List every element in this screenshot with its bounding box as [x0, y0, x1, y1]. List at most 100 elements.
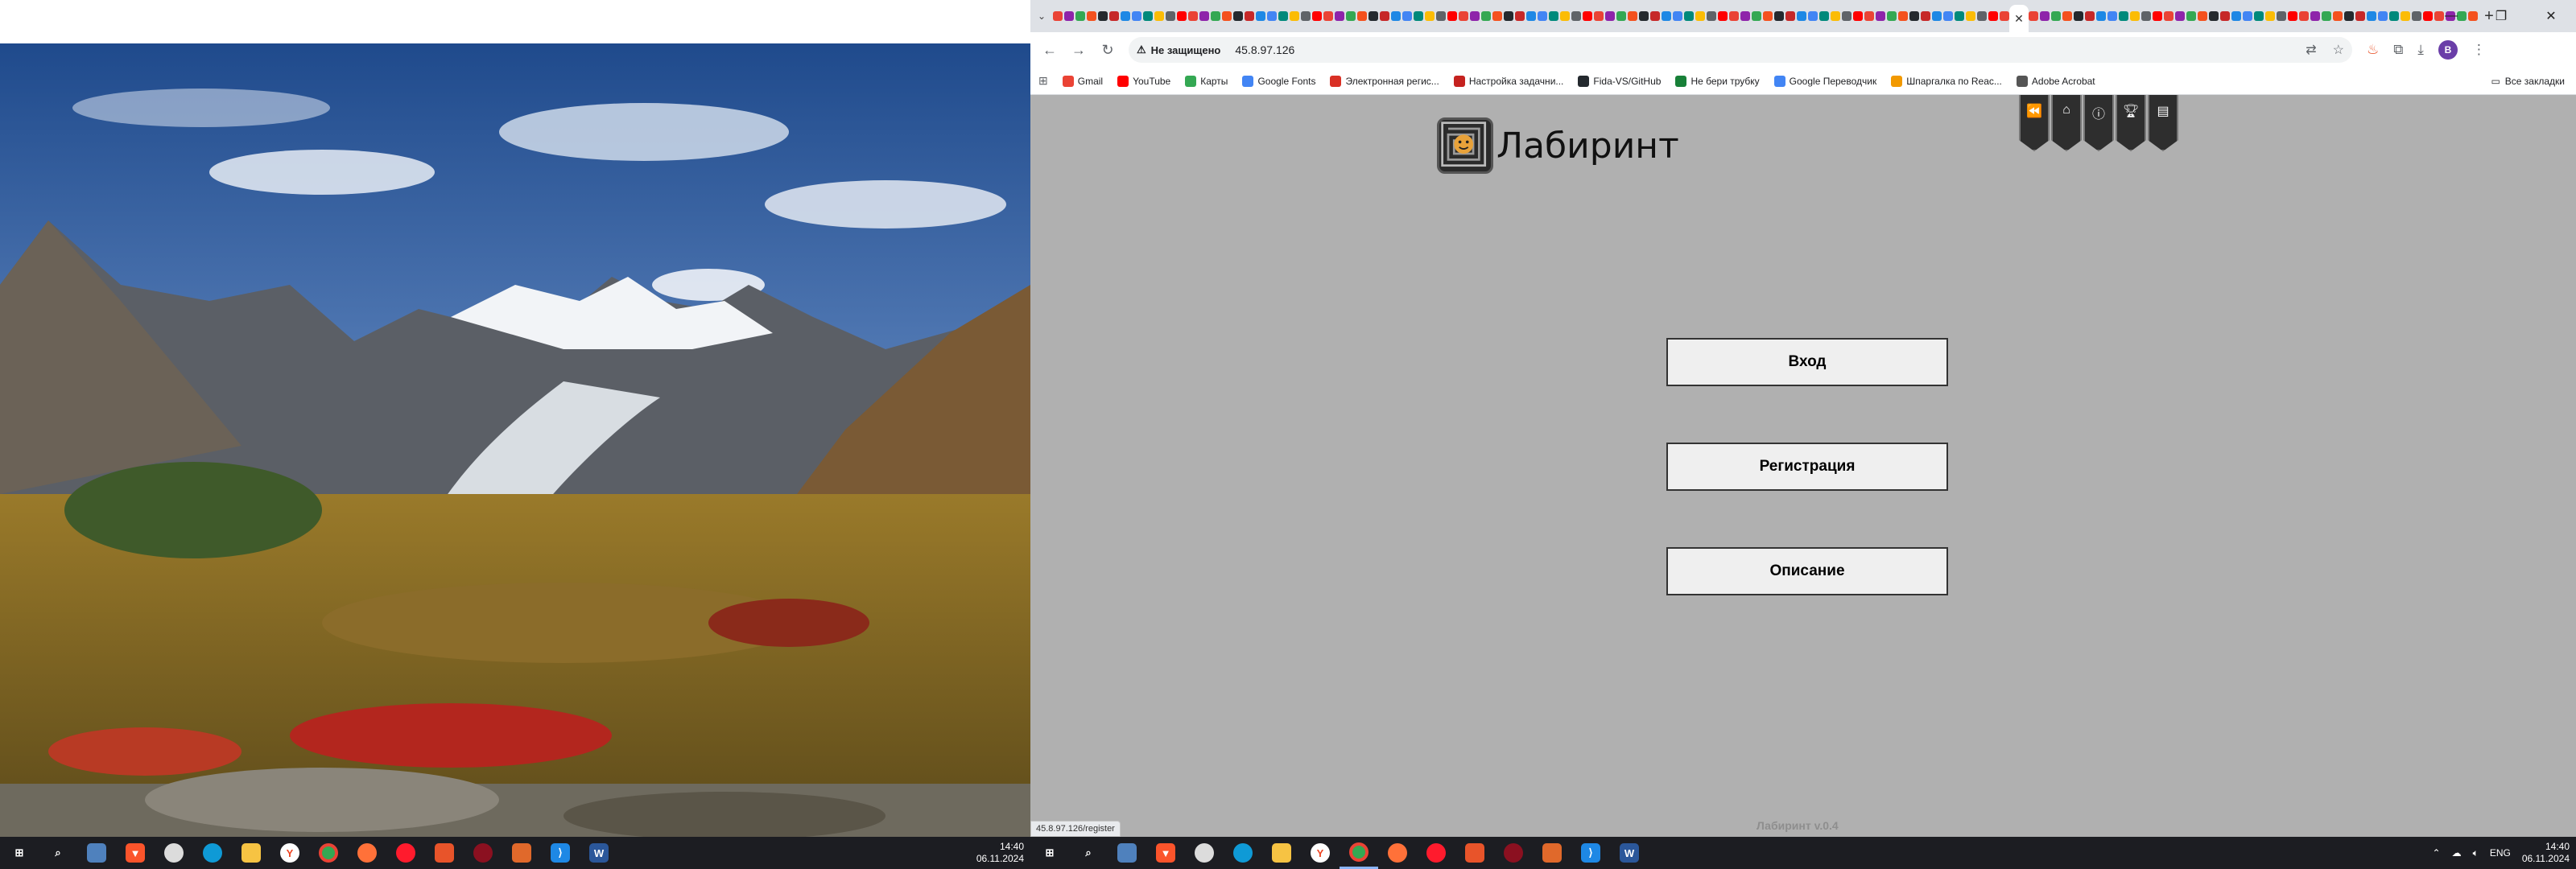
- tab-favicon-icon[interactable]: [2220, 11, 2230, 21]
- tab-favicon-icon[interactable]: [2107, 11, 2117, 21]
- taskbar-app[interactable]: [1533, 837, 1571, 869]
- tab-favicon-icon[interactable]: [1662, 11, 1671, 21]
- taskbar-app[interactable]: [1108, 837, 1146, 869]
- tab-favicon-icon[interactable]: [2412, 11, 2421, 21]
- tab-favicon-icon[interactable]: [1346, 11, 1356, 21]
- tab-favicon-icon[interactable]: [1154, 11, 1164, 21]
- tab-favicon-icon[interactable]: [1447, 11, 1457, 21]
- search-button[interactable]: ⌕: [1069, 837, 1108, 869]
- volume-icon[interactable]: 🔈︎: [2473, 847, 2479, 859]
- bookmark-item[interactable]: Шпаргалка по Reac...: [1891, 75, 2002, 87]
- address-bar[interactable]: ⚠ Не защищено 45.8.97.126 ⇄ ☆: [1129, 37, 2352, 63]
- site-logo[interactable]: Лабиринт: [1437, 117, 1679, 174]
- forward-button[interactable]: →: [1064, 35, 1093, 64]
- close-icon[interactable]: ✕: [2014, 12, 2024, 26]
- tab-favicon-icon[interactable]: [1121, 11, 1130, 21]
- taskbar-app[interactable]: [502, 837, 541, 869]
- right-clock[interactable]: 14:40 06.11.2024: [2522, 841, 2570, 865]
- tab-favicon-icon[interactable]: [1650, 11, 1660, 21]
- tab-favicon-icon[interactable]: [2299, 11, 2309, 21]
- translate-icon[interactable]: ⇄: [2306, 42, 2316, 58]
- tab-favicon-icon[interactable]: [2389, 11, 2399, 21]
- tab-favicon-icon[interactable]: [1785, 11, 1795, 21]
- tab-favicon-icon[interactable]: [1301, 11, 1311, 21]
- tab-favicon-icon[interactable]: [1977, 11, 1987, 21]
- login-button[interactable]: Вход: [1666, 338, 1948, 386]
- tab-favicon-icon[interactable]: [1605, 11, 1615, 21]
- taskbar-app[interactable]: ⟩: [1571, 837, 1610, 869]
- tab-favicon-icon[interactable]: [1594, 11, 1604, 21]
- profile-avatar[interactable]: B: [2438, 40, 2458, 60]
- tab-favicon-icon[interactable]: [2085, 11, 2095, 21]
- taskbar-app[interactable]: ▼: [116, 837, 155, 869]
- tab-favicon-icon[interactable]: [1233, 11, 1243, 21]
- left-clock[interactable]: 14:40 06.11.2024: [976, 841, 1024, 865]
- tab-favicon-icon[interactable]: [1312, 11, 1322, 21]
- register-button[interactable]: Регистрация: [1666, 443, 1948, 491]
- tab-favicon-icon[interactable]: [1898, 11, 1908, 21]
- tab-favicon-icon[interactable]: [2209, 11, 2219, 21]
- tab-favicon-icon[interactable]: [2186, 11, 2196, 21]
- tab-favicon-icon[interactable]: [1853, 11, 1863, 21]
- taskbar-app[interactable]: Y: [270, 837, 309, 869]
- taskbar-app[interactable]: W: [580, 837, 618, 869]
- tab-favicon-icon[interactable]: [2130, 11, 2140, 21]
- tab-favicon-icon[interactable]: [1459, 11, 1468, 21]
- taskbar-app[interactable]: ⟩: [541, 837, 580, 869]
- tab-favicon-icon[interactable]: [1222, 11, 1232, 21]
- tab-favicon-icon[interactable]: [2119, 11, 2128, 21]
- bookmark-item[interactable]: Электронная регис...: [1330, 75, 1439, 87]
- tab-favicon-icon[interactable]: [2040, 11, 2050, 21]
- tab-favicon-icon[interactable]: [1909, 11, 1919, 21]
- tab-favicon-icon[interactable]: [2344, 11, 2354, 21]
- tab-favicon-icon[interactable]: [1684, 11, 1694, 21]
- taskbar-app[interactable]: [77, 837, 116, 869]
- tab-favicon-icon[interactable]: [1380, 11, 1389, 21]
- downloads-icon[interactable]: ⤓: [2417, 42, 2424, 58]
- tab-favicon-icon[interactable]: [1188, 11, 1198, 21]
- tab-favicon-icon[interactable]: [1098, 11, 1108, 21]
- tab-favicon-icon[interactable]: [1470, 11, 1480, 21]
- taskbar-app[interactable]: [1185, 837, 1224, 869]
- minimize-button[interactable]: —: [2426, 0, 2476, 32]
- tab-favicon-icon[interactable]: [1752, 11, 1761, 21]
- taskbar-app-chrome-active[interactable]: [1340, 837, 1378, 869]
- tab-favicon-icon[interactable]: [2378, 11, 2388, 21]
- tab-favicon-icon[interactable]: [1267, 11, 1277, 21]
- tab-favicon-icon[interactable]: [1921, 11, 1930, 21]
- bookmark-item[interactable]: Fida-VS/GitHub: [1578, 75, 1661, 87]
- ribbon-info[interactable]: ⓘ: [2083, 95, 2114, 151]
- tab-favicon-icon[interactable]: [2265, 11, 2275, 21]
- bookmark-item[interactable]: YouTube: [1117, 75, 1170, 87]
- taskbar-app[interactable]: [1378, 837, 1417, 869]
- tab-favicon-icon[interactable]: [1177, 11, 1187, 21]
- tab-favicon-icon[interactable]: [1763, 11, 1773, 21]
- tab-favicon-icon[interactable]: [2243, 11, 2252, 21]
- tab-favicon-icon[interactable]: [1549, 11, 1558, 21]
- chevron-up-icon[interactable]: ⌃: [2433, 847, 2441, 859]
- tab-favicon-icon[interactable]: [1414, 11, 1423, 21]
- tab-favicon-icon[interactable]: [1819, 11, 1829, 21]
- tab-favicon-icon[interactable]: [2141, 11, 2151, 21]
- tab-favicon-icon[interactable]: [2401, 11, 2410, 21]
- search-button[interactable]: ⌕: [39, 837, 77, 869]
- kebab-menu-icon[interactable]: ⋮: [2472, 42, 2486, 58]
- apps-button[interactable]: ⊞: [1038, 74, 1048, 88]
- bookmark-star-icon[interactable]: ☆: [2333, 42, 2344, 58]
- start-button[interactable]: ⊞: [0, 837, 39, 869]
- tab-favicon-icon[interactable]: [1132, 11, 1141, 21]
- tab-favicon-icon[interactable]: [2367, 11, 2376, 21]
- tab-favicon-icon[interactable]: [1774, 11, 1784, 21]
- tab-favicon-icon[interactable]: [1571, 11, 1581, 21]
- tab-favicon-icon[interactable]: [2355, 11, 2365, 21]
- tab-favicon-icon[interactable]: [1109, 11, 1119, 21]
- url-text[interactable]: 45.8.97.126: [1235, 43, 1294, 56]
- tab-favicon-icon[interactable]: [1831, 11, 1840, 21]
- tab-favicon-icon[interactable]: [1538, 11, 1547, 21]
- tab-favicon-icon[interactable]: [1278, 11, 1288, 21]
- tab-favicon-icon[interactable]: [1639, 11, 1649, 21]
- tab-favicon-icon[interactable]: [2051, 11, 2061, 21]
- taskbar-app[interactable]: [155, 837, 193, 869]
- tab-favicon-icon[interactable]: [2164, 11, 2174, 21]
- tab-favicon-icon[interactable]: [1729, 11, 1739, 21]
